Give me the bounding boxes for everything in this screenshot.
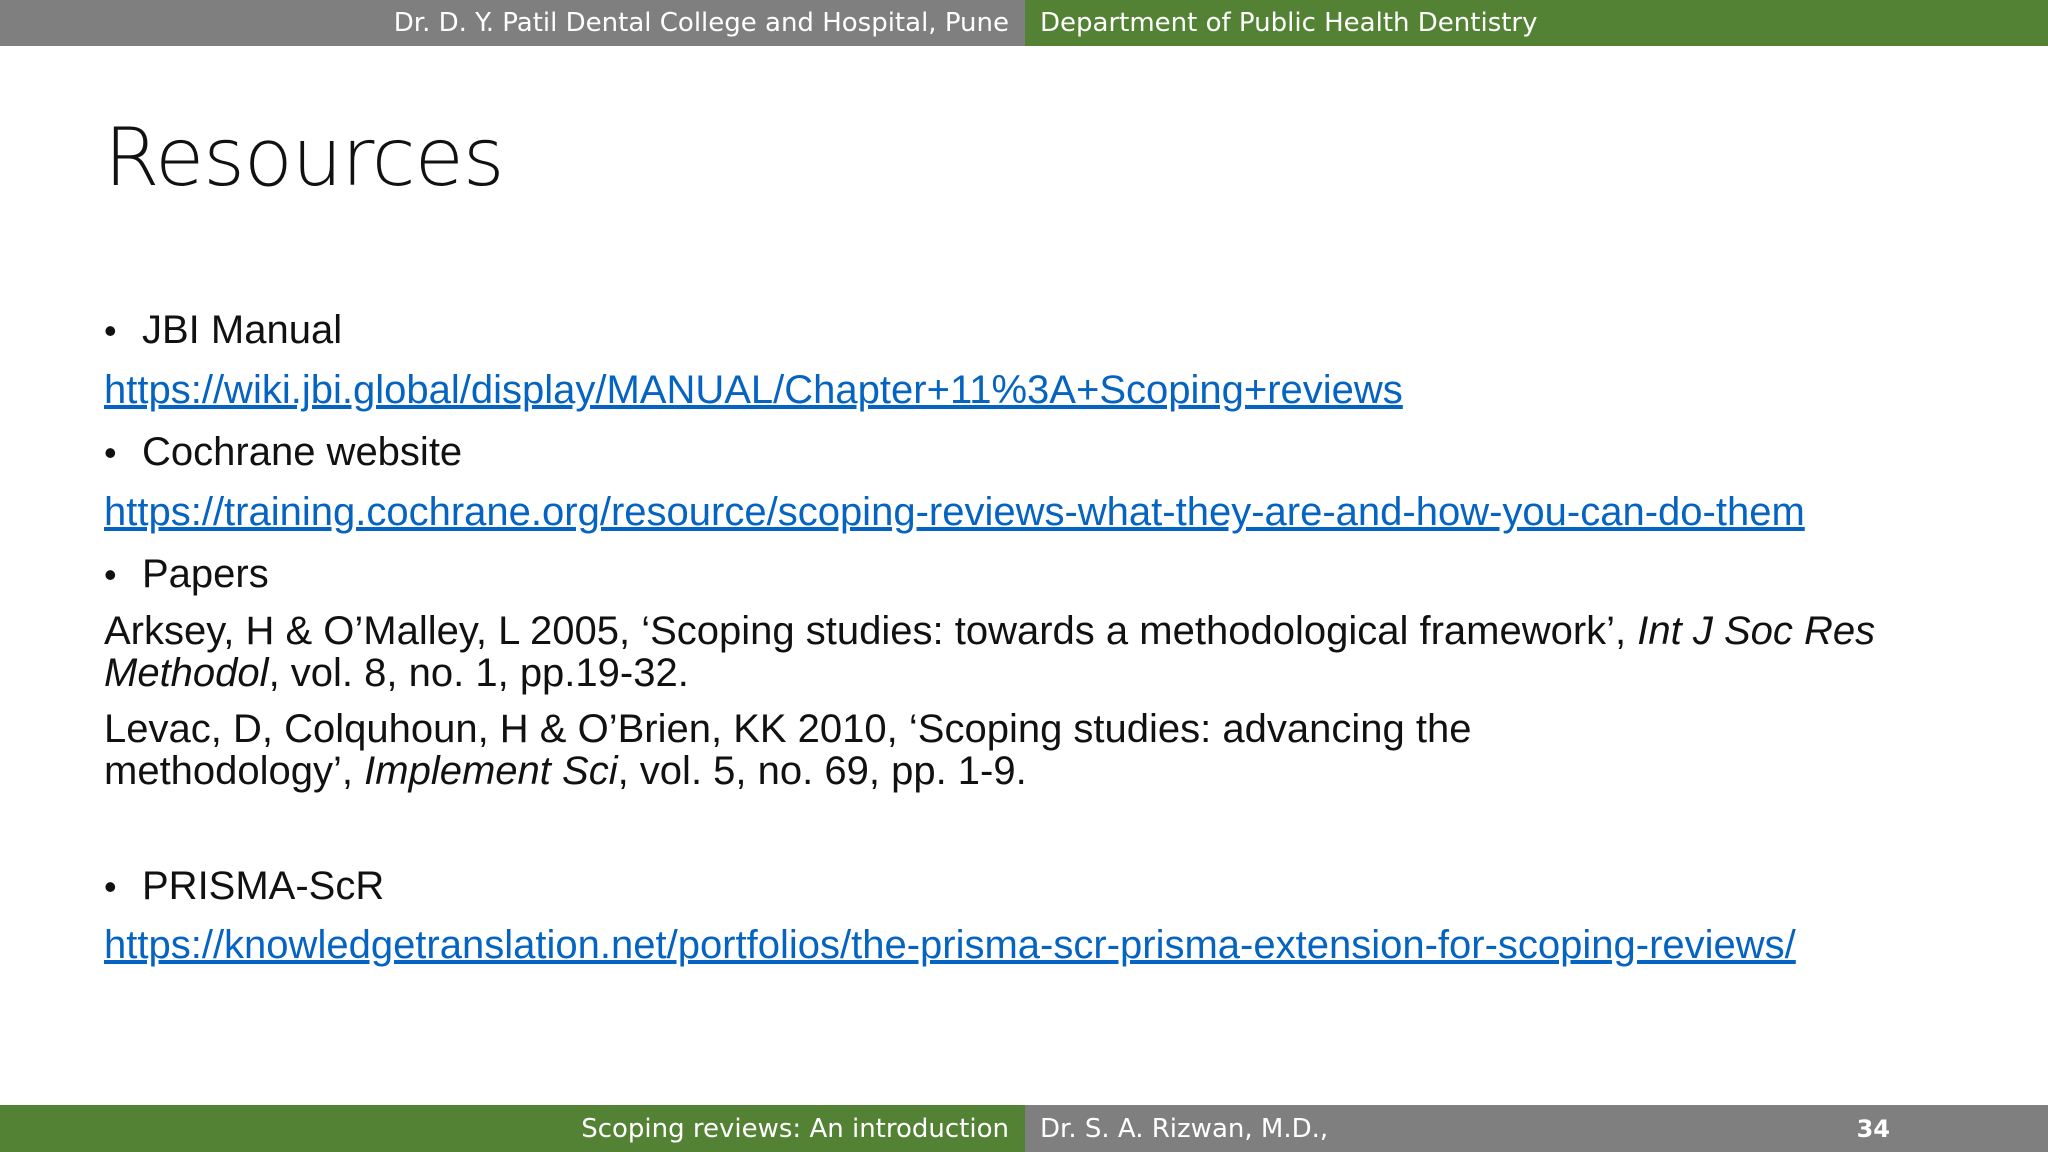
reference-details: , vol. 8, no. 1, pp.19-32.: [268, 651, 689, 695]
bullet-papers: • Papers: [104, 544, 1984, 604]
slide-title: Resources: [104, 111, 505, 204]
bullet-prisma-scr: • PRISMA-ScR: [104, 856, 1984, 916]
bullet-icon: •: [104, 554, 117, 595]
bullet-icon: •: [104, 310, 117, 351]
header-institution: Dr. D. Y. Patil Dental College and Hospi…: [0, 0, 1025, 46]
bullet-icon: •: [104, 866, 117, 907]
slide: Dr. D. Y. Patil Dental College and Hospi…: [0, 0, 2048, 1152]
bullet-label: Papers: [142, 552, 269, 596]
reference-text: Arksey, H & O’Malley, L 2005, ‘Scoping s…: [104, 609, 1638, 653]
slide-number: 34: [1856, 1114, 1890, 1143]
reference-levac: Levac, D, Colquhoun, H & O’Brien, KK 201…: [104, 708, 1664, 792]
bullet-label: JBI Manual: [142, 308, 343, 352]
jbi-manual-link[interactable]: https://wiki.jbi.global/display/MANUAL/C…: [104, 360, 1984, 422]
header-department: Department of Public Health Dentistry: [1025, 0, 2048, 46]
cochrane-link[interactable]: https://training.cochrane.org/resource/s…: [104, 482, 1984, 544]
reference-details: , vol. 5, no. 69, pp. 1-9.: [617, 749, 1027, 793]
reference-arksey: Arksey, H & O’Malley, L 2005, ‘Scoping s…: [104, 610, 1984, 694]
footer-author-name: Dr. S. A. Rizwan, M.D.,: [1040, 1113, 1329, 1144]
bullet-icon: •: [104, 432, 117, 473]
bullet-label: PRISMA-ScR: [142, 864, 385, 908]
bullet-cochrane-website: • Cochrane website: [104, 422, 1984, 482]
footer-bar: Scoping reviews: An introduction Dr. S. …: [0, 1105, 2048, 1152]
bullet-jbi-manual: • JBI Manual: [104, 300, 1984, 360]
slide-content: • JBI Manual https://wiki.jbi.global/dis…: [104, 300, 1984, 966]
bullet-label: Cochrane website: [142, 430, 463, 474]
footer-presentation-title: Scoping reviews: An introduction: [0, 1105, 1025, 1152]
prisma-scr-link[interactable]: https://knowledgetranslation.net/portfol…: [104, 916, 1894, 966]
footer-author: Dr. S. A. Rizwan, M.D., 34: [1025, 1105, 2048, 1152]
header-bar: Dr. D. Y. Patil Dental College and Hospi…: [0, 0, 2048, 46]
reference-journal: Implement Sci: [364, 749, 618, 793]
